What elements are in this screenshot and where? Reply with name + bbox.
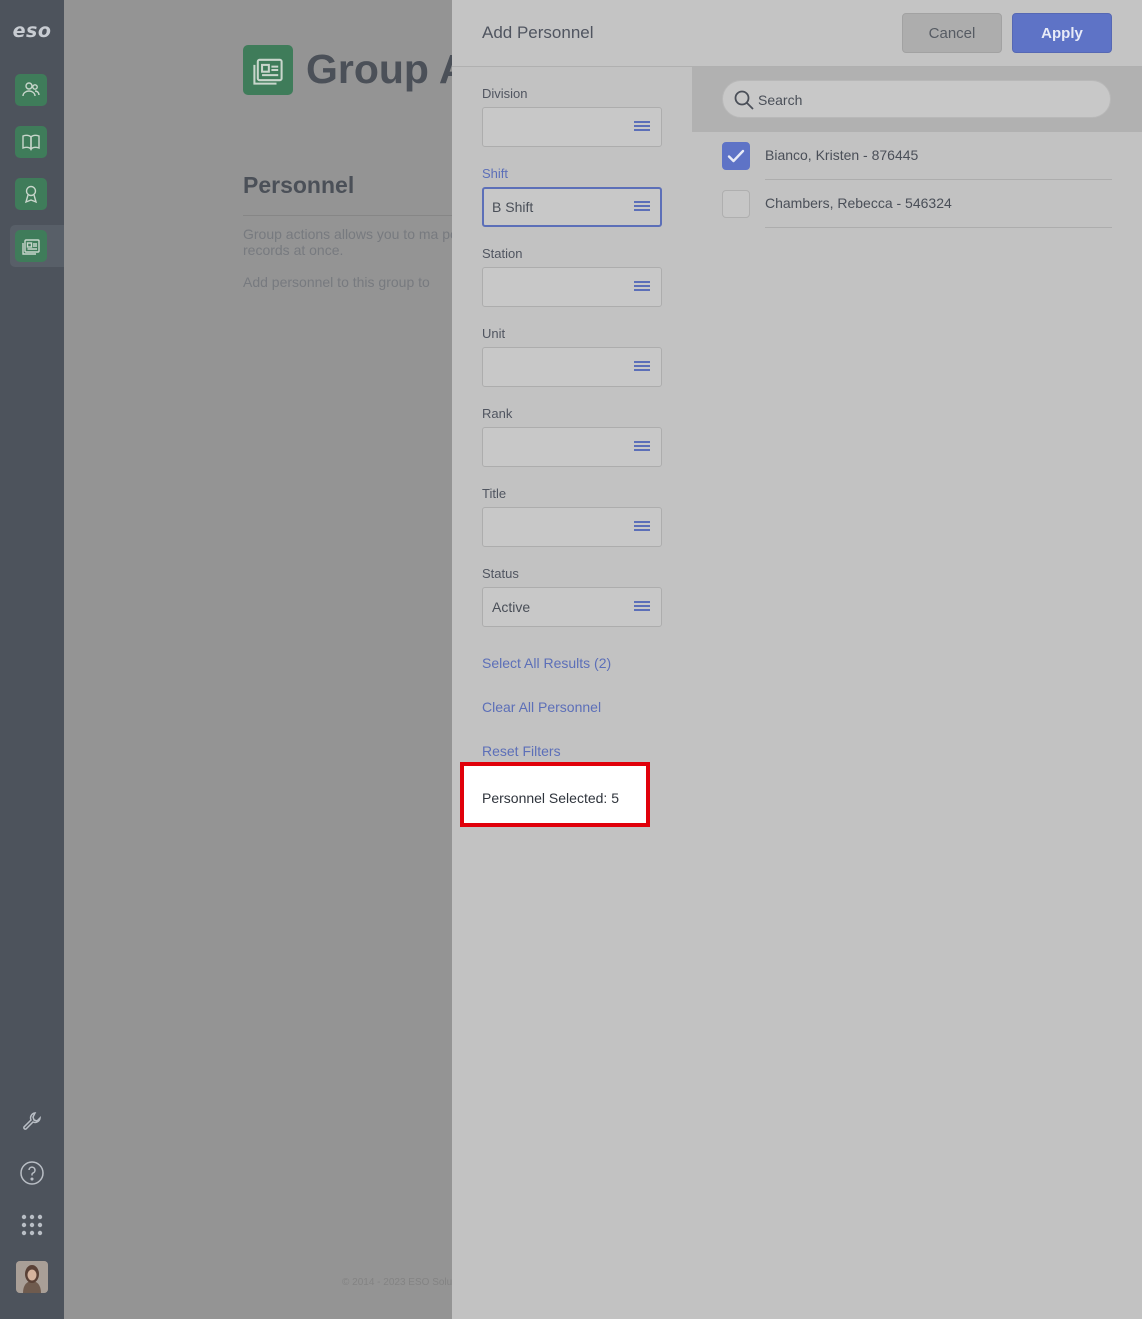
- panel-title: Add Personnel: [482, 23, 594, 42]
- rank-select[interactable]: [482, 427, 662, 467]
- search-placeholder: Search: [758, 92, 803, 108]
- section-heading: Personnel: [243, 172, 355, 198]
- checkmark-icon: [727, 149, 745, 163]
- list-icon: [634, 281, 650, 294]
- page-title: Group A: [306, 46, 452, 92]
- list-icon: [634, 601, 650, 614]
- nav-credentials[interactable]: [15, 178, 47, 210]
- people-icon: [22, 82, 40, 97]
- search-icon: [734, 90, 754, 110]
- status-label: Status: [482, 566, 519, 581]
- row-divider: [765, 227, 1112, 228]
- shift-value: B Shift: [492, 199, 534, 215]
- nav-group-actions[interactable]: [15, 230, 47, 262]
- apply-button[interactable]: Apply: [1012, 13, 1112, 53]
- list-icon: [634, 521, 650, 534]
- award-icon: [24, 185, 38, 204]
- division-select[interactable]: [482, 107, 662, 147]
- title-label: Title: [482, 486, 507, 501]
- rank-label: Rank: [482, 406, 513, 421]
- station-select[interactable]: [482, 267, 662, 307]
- eso-logo: eso: [12, 20, 52, 42]
- reset-filters-link[interactable]: Reset Filters: [482, 743, 561, 759]
- unit-select[interactable]: [482, 347, 662, 387]
- group-actions-icon: [253, 58, 283, 85]
- shift-label: Shift: [482, 166, 509, 181]
- select-all-results-link[interactable]: Select All Results (2): [482, 655, 611, 671]
- section-description-2: Add personnel to this group to: [243, 274, 430, 290]
- list-icon: [634, 361, 650, 374]
- add-personnel-panel: Add Personnel Cancel Apply Division Shif…: [452, 0, 1142, 1319]
- section-description: Group actions allows you to ma personnel…: [243, 226, 452, 258]
- cancel-button[interactable]: Cancel: [902, 13, 1002, 53]
- unit-label: Unit: [482, 326, 506, 341]
- group-actions-icon: [22, 239, 40, 255]
- row-checkbox[interactable]: [722, 190, 750, 218]
- person-name: Chambers, Rebecca - 546324: [765, 195, 952, 211]
- book-icon: [22, 134, 40, 151]
- app-grid-icon: [21, 1214, 43, 1236]
- left-nav-rail: eso: [0, 0, 64, 1319]
- nav-training[interactable]: [15, 126, 47, 158]
- nav-tools[interactable]: [16, 1105, 48, 1137]
- row-checkbox[interactable]: [722, 142, 750, 170]
- help-icon: [20, 1161, 44, 1185]
- search-bar: Search: [692, 67, 1142, 132]
- clear-all-personnel-link[interactable]: Clear All Personnel: [482, 699, 601, 715]
- division-label: Division: [482, 86, 528, 101]
- list-icon: [634, 201, 650, 214]
- panel-header: Add Personnel Cancel Apply: [452, 0, 1142, 67]
- shift-select[interactable]: B Shift: [482, 187, 662, 227]
- nav-help[interactable]: [16, 1157, 48, 1189]
- results-column: Search Bianco, Kristen - 876445 Chambers…: [692, 67, 1142, 1319]
- title-select[interactable]: [482, 507, 662, 547]
- list-icon: [634, 121, 650, 134]
- section-divider: [243, 215, 452, 216]
- search-input[interactable]: Search: [722, 80, 1111, 118]
- list-icon: [634, 441, 650, 454]
- page-icon-tile: [243, 45, 293, 95]
- wrench-icon: [23, 1112, 41, 1130]
- status-select[interactable]: Active: [482, 587, 662, 627]
- avatar-image: [16, 1261, 48, 1293]
- user-avatar[interactable]: [16, 1261, 48, 1293]
- status-value: Active: [492, 599, 531, 615]
- personnel-selected-summary: Personnel Selected: 5: [460, 762, 650, 827]
- background-page: Group A Personnel Group actions allows y…: [64, 0, 452, 1319]
- list-item[interactable]: Bianco, Kristen - 876445: [722, 132, 1112, 180]
- list-item[interactable]: Chambers, Rebecca - 546324: [722, 180, 1112, 228]
- nav-apps[interactable]: [16, 1209, 48, 1241]
- person-name: Bianco, Kristen - 876445: [765, 147, 919, 163]
- nav-people[interactable]: [15, 74, 47, 106]
- station-label: Station: [482, 246, 523, 261]
- personnel-selected-count: Personnel Selected: 5: [482, 790, 619, 806]
- copyright-footer: © 2014 - 2023 ESO Solu: [342, 1277, 452, 1288]
